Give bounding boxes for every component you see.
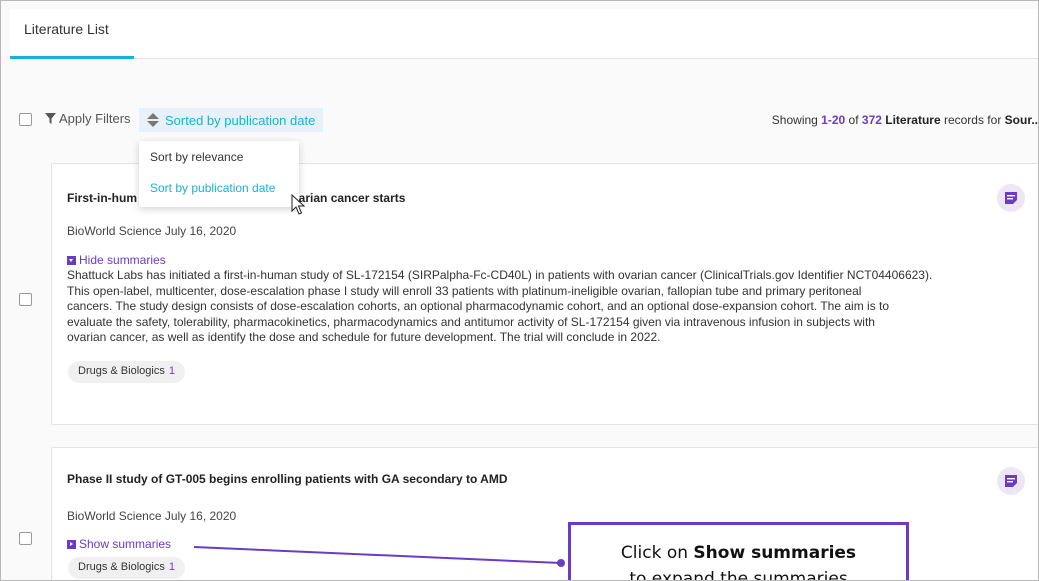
callout-line-1: Click on Show summaries <box>571 543 906 563</box>
callout-line-2: to expand the summaries <box>629 569 848 581</box>
callout-bold: Show summaries <box>693 543 857 563</box>
callout-connector <box>193 546 565 567</box>
instruction-callout: Click on Show summaries to expand the su… <box>568 522 909 581</box>
callout-prefix: Click on <box>620 543 694 563</box>
literature-panel: Literature List Apply Filters Sorted by … <box>0 0 1039 581</box>
